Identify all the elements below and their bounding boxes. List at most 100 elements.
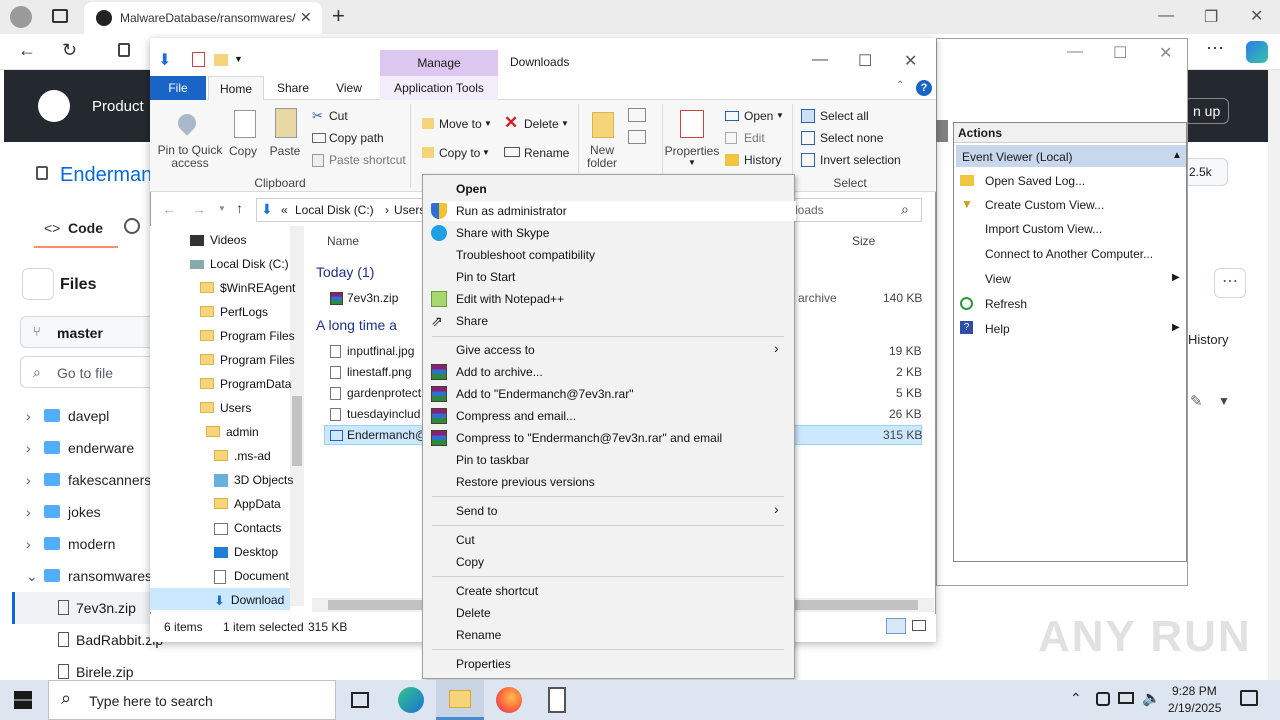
tree-item[interactable]: › jokes [26, 504, 101, 520]
cut-button[interactable]: Cut [329, 109, 348, 123]
action-open-saved-log[interactable]: Open Saved Log... [985, 174, 1085, 188]
action-help[interactable]: Help [985, 322, 1010, 336]
file-row[interactable]: tuesdayinclud [330, 407, 420, 422]
app-taskbar-icon[interactable] [548, 687, 566, 713]
menu-restore-previous-versions[interactable]: Restore previous versions [456, 475, 595, 489]
pin-quick-access-button[interactable]: Pin to Quick access [154, 144, 226, 170]
paste-button[interactable]: Paste [268, 144, 302, 158]
menu-create-shortcut[interactable]: Create shortcut [456, 584, 538, 598]
ev-minimize-icon[interactable]: — [1067, 43, 1083, 61]
delete-button[interactable]: Delete [524, 117, 559, 131]
more-icon[interactable]: ⋯ [1206, 38, 1224, 59]
menu-open[interactable]: Open [456, 182, 487, 196]
action-refresh[interactable]: Refresh [985, 297, 1027, 311]
menu-run-as-administrator[interactable]: Run as administrator [456, 204, 567, 218]
back-icon[interactable]: ← [18, 40, 36, 61]
nav-item[interactable]: Program Files [200, 353, 295, 367]
tab-close-icon[interactable]: ✕ [300, 9, 312, 26]
select-all-button[interactable]: Select all [820, 109, 869, 123]
clock-date[interactable]: 2/19/2025 [1168, 701, 1221, 715]
move-to-button[interactable]: Move to [439, 117, 482, 131]
tree-item[interactable]: › enderware [26, 440, 134, 456]
qa-dropdown-icon[interactable]: ▼ [234, 54, 243, 64]
network-icon[interactable] [1118, 692, 1134, 704]
edge-icon[interactable] [398, 687, 424, 713]
menu-share-with-skype[interactable]: Share with Skype [456, 226, 549, 240]
action-connect[interactable]: Connect to Another Computer... [985, 247, 1153, 261]
new-folder-qa-icon[interactable] [214, 54, 228, 66]
pencil-icon[interactable]: ✎ [1190, 392, 1203, 410]
ev-maximize-icon[interactable]: ☐ [1113, 43, 1127, 63]
nav-scroll-thumb[interactable] [292, 396, 302, 466]
tree-file-label[interactable]: Birele.zip [76, 664, 134, 680]
tray-chevron-icon[interactable]: ⌃ [1070, 690, 1082, 707]
column-size[interactable]: Size [852, 234, 875, 248]
history-button[interactable]: History [1188, 332, 1228, 347]
notifications-icon[interactable] [1240, 690, 1258, 706]
files-panel-icon[interactable] [22, 268, 54, 300]
nav-item[interactable]: Document [214, 569, 289, 584]
nav-item[interactable]: Users [200, 401, 251, 415]
start-icon[interactable] [14, 691, 32, 709]
menu-copy[interactable]: Copy [456, 555, 484, 569]
help-icon[interactable]: ? [916, 80, 932, 96]
nav-up-icon[interactable]: ↑ [236, 200, 243, 216]
explorer-maximize-icon[interactable]: ☐ [858, 51, 872, 71]
taskbar-search[interactable]: ⌕ Type here to search [48, 680, 336, 720]
address-bar[interactable]: ⬇ « Local Disk (C:) › Users [256, 198, 425, 222]
file-row[interactable]: gardenprotect [330, 386, 421, 401]
new-item-icon[interactable] [628, 108, 646, 122]
tab-actions-icon[interactable] [52, 9, 68, 23]
minimize-icon[interactable]: — [1158, 7, 1174, 25]
star-count[interactable]: 2.5k [1184, 158, 1228, 186]
invert-selection-button[interactable]: Invert selection [820, 153, 901, 167]
file-row[interactable]: inputfinal.jpg [330, 344, 414, 359]
properties-button[interactable]: Properties [664, 144, 720, 158]
action-import-custom-view[interactable]: Import Custom View... [985, 222, 1102, 236]
nav-item[interactable]: Program Files [200, 329, 295, 343]
profile-icon[interactable] [10, 6, 32, 28]
nav-item[interactable]: Videos [190, 233, 246, 247]
column-name[interactable]: Name [327, 234, 359, 248]
menu-add-to-archive[interactable]: Add to archive... [456, 365, 543, 379]
collapse-icon[interactable]: ▲ [1172, 150, 1182, 161]
paste-shortcut-button[interactable]: Paste shortcut [329, 153, 406, 167]
history-button[interactable]: History [744, 153, 781, 167]
ev-close-icon[interactable]: ✕ [1159, 43, 1172, 63]
nav-item[interactable]: Local Disk (C:) [190, 257, 289, 271]
reload-icon[interactable]: ↻ [62, 40, 77, 61]
github-logo-icon[interactable] [38, 90, 70, 122]
file-row[interactable]: linestaff.png [330, 365, 412, 380]
menu-pin-to-taskbar[interactable]: Pin to taskbar [456, 453, 529, 467]
tab-home[interactable]: Home [208, 76, 264, 100]
nav-item[interactable]: AppData [214, 497, 281, 511]
chevron-down-icon[interactable]: ▼ [1218, 394, 1230, 408]
nav-item[interactable]: $WinREAgent [200, 281, 295, 295]
address-users[interactable]: Users [394, 203, 425, 217]
nav-item[interactable]: ProgramData [200, 377, 291, 391]
tray-app-icon[interactable] [1096, 692, 1110, 706]
menu-give-access-to[interactable]: Give access to [456, 343, 535, 357]
branch-selector[interactable]: ⑂ master [20, 316, 154, 348]
ribbon-collapse-icon[interactable]: ⌃ [896, 80, 904, 91]
rename-button[interactable]: Rename [524, 146, 569, 160]
manage-contextual-tab[interactable]: Manage [380, 50, 498, 76]
menu-share[interactable]: Share [456, 314, 488, 328]
menu-pin-to-start[interactable]: Pin to Start [456, 270, 515, 284]
edit-button[interactable]: Edit [744, 131, 765, 145]
close-window-icon[interactable]: ✕ [1250, 6, 1263, 26]
down-arrow-icon[interactable]: ⬇ [158, 50, 171, 70]
nav-item[interactable]: admin [206, 425, 259, 439]
menu-cut[interactable]: Cut [456, 533, 475, 547]
copy-to-button[interactable]: Copy to [439, 146, 480, 160]
nav-item[interactable]: PerfLogs [200, 305, 268, 319]
tree-item[interactable]: › modern [26, 536, 115, 552]
nav-item[interactable]: Contacts [214, 521, 281, 535]
new-folder-button[interactable]: New folder [580, 144, 624, 170]
nav-item[interactable]: 3D Objects [214, 473, 293, 488]
address-overflow[interactable]: « [281, 203, 288, 217]
tree-item[interactable]: › fakescanners [26, 472, 151, 488]
address-separator[interactable]: › [385, 203, 389, 217]
large-icons-view-icon[interactable] [912, 620, 926, 631]
search-box[interactable]: loads ⌕ [794, 198, 922, 222]
